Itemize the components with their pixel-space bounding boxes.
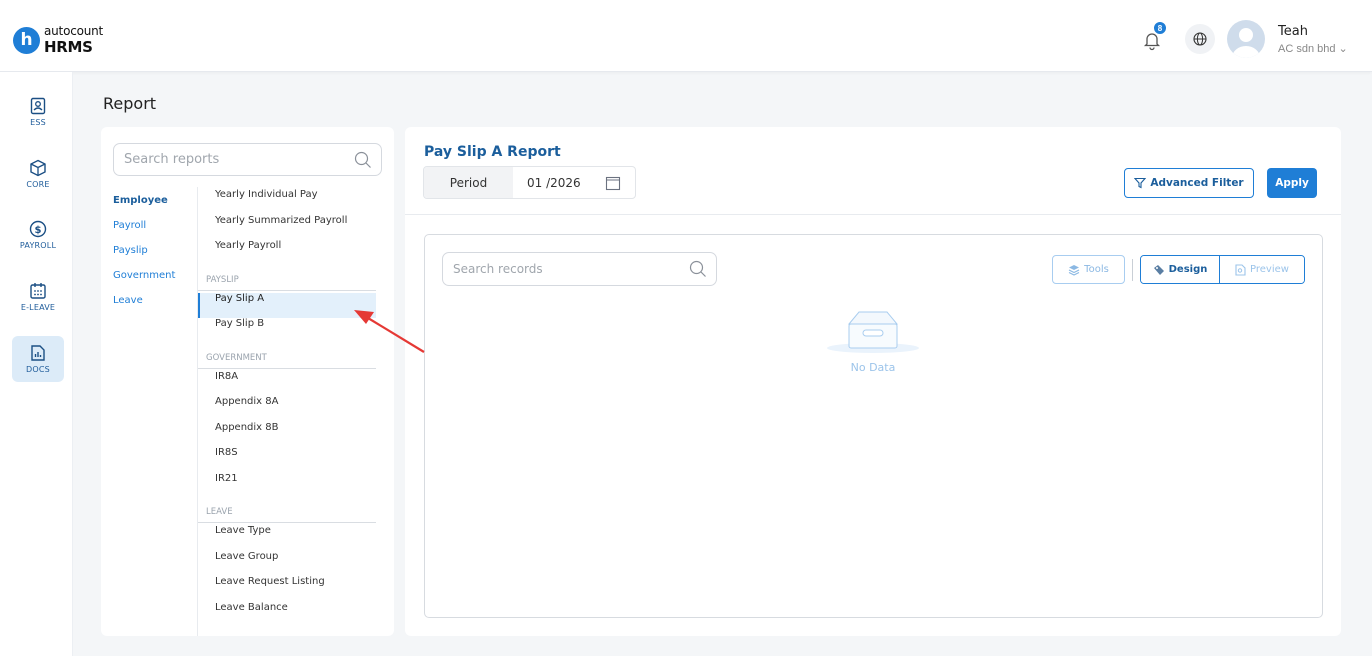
records-container: Tools Design Preview <box>424 234 1323 618</box>
design-label: Design <box>1168 264 1208 275</box>
rail-label: PAYROLL <box>19 241 57 250</box>
layers-icon <box>1068 264 1080 276</box>
rail-label: E-LEAVE <box>20 303 56 312</box>
period-field[interactable]: 01 /2026 <box>513 167 635 198</box>
report-item[interactable]: Yearly Summarized Payroll <box>198 215 376 241</box>
company-name: AC sdn bhd <box>1278 43 1336 55</box>
design-button[interactable]: Design <box>1141 256 1220 283</box>
report-search <box>113 143 382 176</box>
report-item[interactable]: Pay Slip B <box>198 318 376 344</box>
payroll-icon: $ <box>29 220 47 238</box>
tools-button[interactable]: Tools <box>1052 255 1125 284</box>
header-divider <box>405 214 1341 215</box>
empty-state: No Data <box>825 310 921 374</box>
docs-icon <box>31 345 45 361</box>
rail-item-docs[interactable]: DOCS <box>12 336 64 382</box>
report-items: Yearly Individual Pay Yearly Summarized … <box>198 189 376 627</box>
report-item[interactable]: Leave Type <box>198 525 376 551</box>
report-item[interactable]: Yearly Individual Pay <box>198 189 376 215</box>
empty-box-icon <box>827 311 919 353</box>
toolbar-separator <box>1132 259 1133 281</box>
language-button[interactable] <box>1185 24 1215 54</box>
records-search <box>442 252 717 286</box>
design-icon <box>1153 264 1164 275</box>
report-list-panel: Employee Payroll Payslip Government Leav… <box>101 127 394 636</box>
category-leave[interactable]: Leave <box>113 295 175 320</box>
section-header-government: GOVERNMENT <box>198 344 376 369</box>
company-selector[interactable]: AC sdn bhd ⌄ <box>1278 42 1348 55</box>
section-header-leave: LEAVE <box>198 498 376 523</box>
preview-label: Preview <box>1250 264 1289 275</box>
advanced-filter-label: Advanced Filter <box>1150 177 1244 189</box>
preview-button[interactable]: Preview <box>1220 256 1304 283</box>
period-value: 01 /2026 <box>527 175 581 190</box>
rail-item-payroll[interactable]: $ PAYROLL <box>12 212 64 258</box>
logo-small-text: autocount <box>44 24 104 38</box>
report-item[interactable]: IR21 <box>198 473 376 499</box>
search-icon[interactable] <box>689 260 707 278</box>
rail-item-ess[interactable]: ESS <box>12 89 64 135</box>
report-item[interactable]: Leave Request Listing <box>198 576 376 602</box>
logo-badge: h <box>13 26 40 54</box>
report-item[interactable]: IR8A <box>198 371 376 397</box>
tools-label: Tools <box>1084 264 1109 275</box>
rail-item-core[interactable]: CORE <box>12 151 64 197</box>
search-icon[interactable] <box>354 151 372 169</box>
report-item[interactable]: Appendix 8B <box>198 422 376 448</box>
period-label: Period <box>424 167 513 198</box>
rail-item-e-leave[interactable]: E-LEAVE <box>12 274 64 320</box>
rail-label: ESS <box>30 118 46 127</box>
page-title: Report <box>103 94 157 113</box>
report-item-selected[interactable]: Pay Slip A <box>198 292 376 318</box>
preview-icon <box>1235 263 1246 276</box>
report-item[interactable]: Appendix 8A <box>198 396 376 422</box>
category-payslip[interactable]: Payslip <box>113 245 175 270</box>
category-list: Employee Payroll Payslip Government Leav… <box>113 195 175 320</box>
side-rail: ESS CORE $ PAYROLL E-LEAVE DOCS <box>0 72 73 656</box>
view-mode-toggle: Design Preview <box>1140 255 1305 284</box>
report-panel: Pay Slip A Report Period 01 /2026 Advanc… <box>405 127 1341 636</box>
report-title: Pay Slip A Report <box>424 144 561 160</box>
report-item[interactable]: Leave Balance <box>198 602 376 628</box>
period-picker[interactable]: Period 01 /2026 <box>423 166 636 199</box>
report-item[interactable]: Yearly Payroll <box>198 240 376 266</box>
empty-state-text: No Data <box>850 361 896 374</box>
user-silhouette-icon <box>1232 28 1260 58</box>
chevron-down-icon: ⌄ <box>1335 43 1348 55</box>
globe-icon <box>1193 32 1207 46</box>
calendar-icon[interactable] <box>605 175 621 191</box>
category-payroll[interactable]: Payroll <box>113 220 175 245</box>
report-search-input[interactable] <box>114 144 334 175</box>
rail-label: CORE <box>26 180 50 189</box>
logo-big-text: HRMS <box>44 38 93 56</box>
records-search-input[interactable] <box>443 253 673 285</box>
apply-button[interactable]: Apply <box>1267 168 1317 198</box>
category-government[interactable]: Government <box>113 270 175 295</box>
core-icon <box>30 159 46 177</box>
top-bar: h autocount HRMS 8 Teah AC sdn bhd ⌄ <box>0 0 1372 72</box>
category-employee[interactable]: Employee <box>113 195 175 220</box>
filter-icon <box>1134 177 1147 189</box>
rail-label: DOCS <box>26 365 50 374</box>
notification-badge: 8 <box>1153 21 1167 35</box>
report-item[interactable]: IR8S <box>198 447 376 473</box>
advanced-filter-button[interactable]: Advanced Filter <box>1124 168 1254 198</box>
section-header-payslip: PAYSLIP <box>198 266 376 291</box>
calendar-icon <box>30 283 46 299</box>
svg-text:$: $ <box>35 225 42 236</box>
report-item[interactable]: Leave Group <box>198 551 376 577</box>
user-name[interactable]: Teah <box>1278 24 1308 39</box>
ess-icon <box>30 97 46 115</box>
app-logo[interactable]: h autocount HRMS <box>13 24 103 56</box>
avatar[interactable] <box>1227 20 1265 58</box>
